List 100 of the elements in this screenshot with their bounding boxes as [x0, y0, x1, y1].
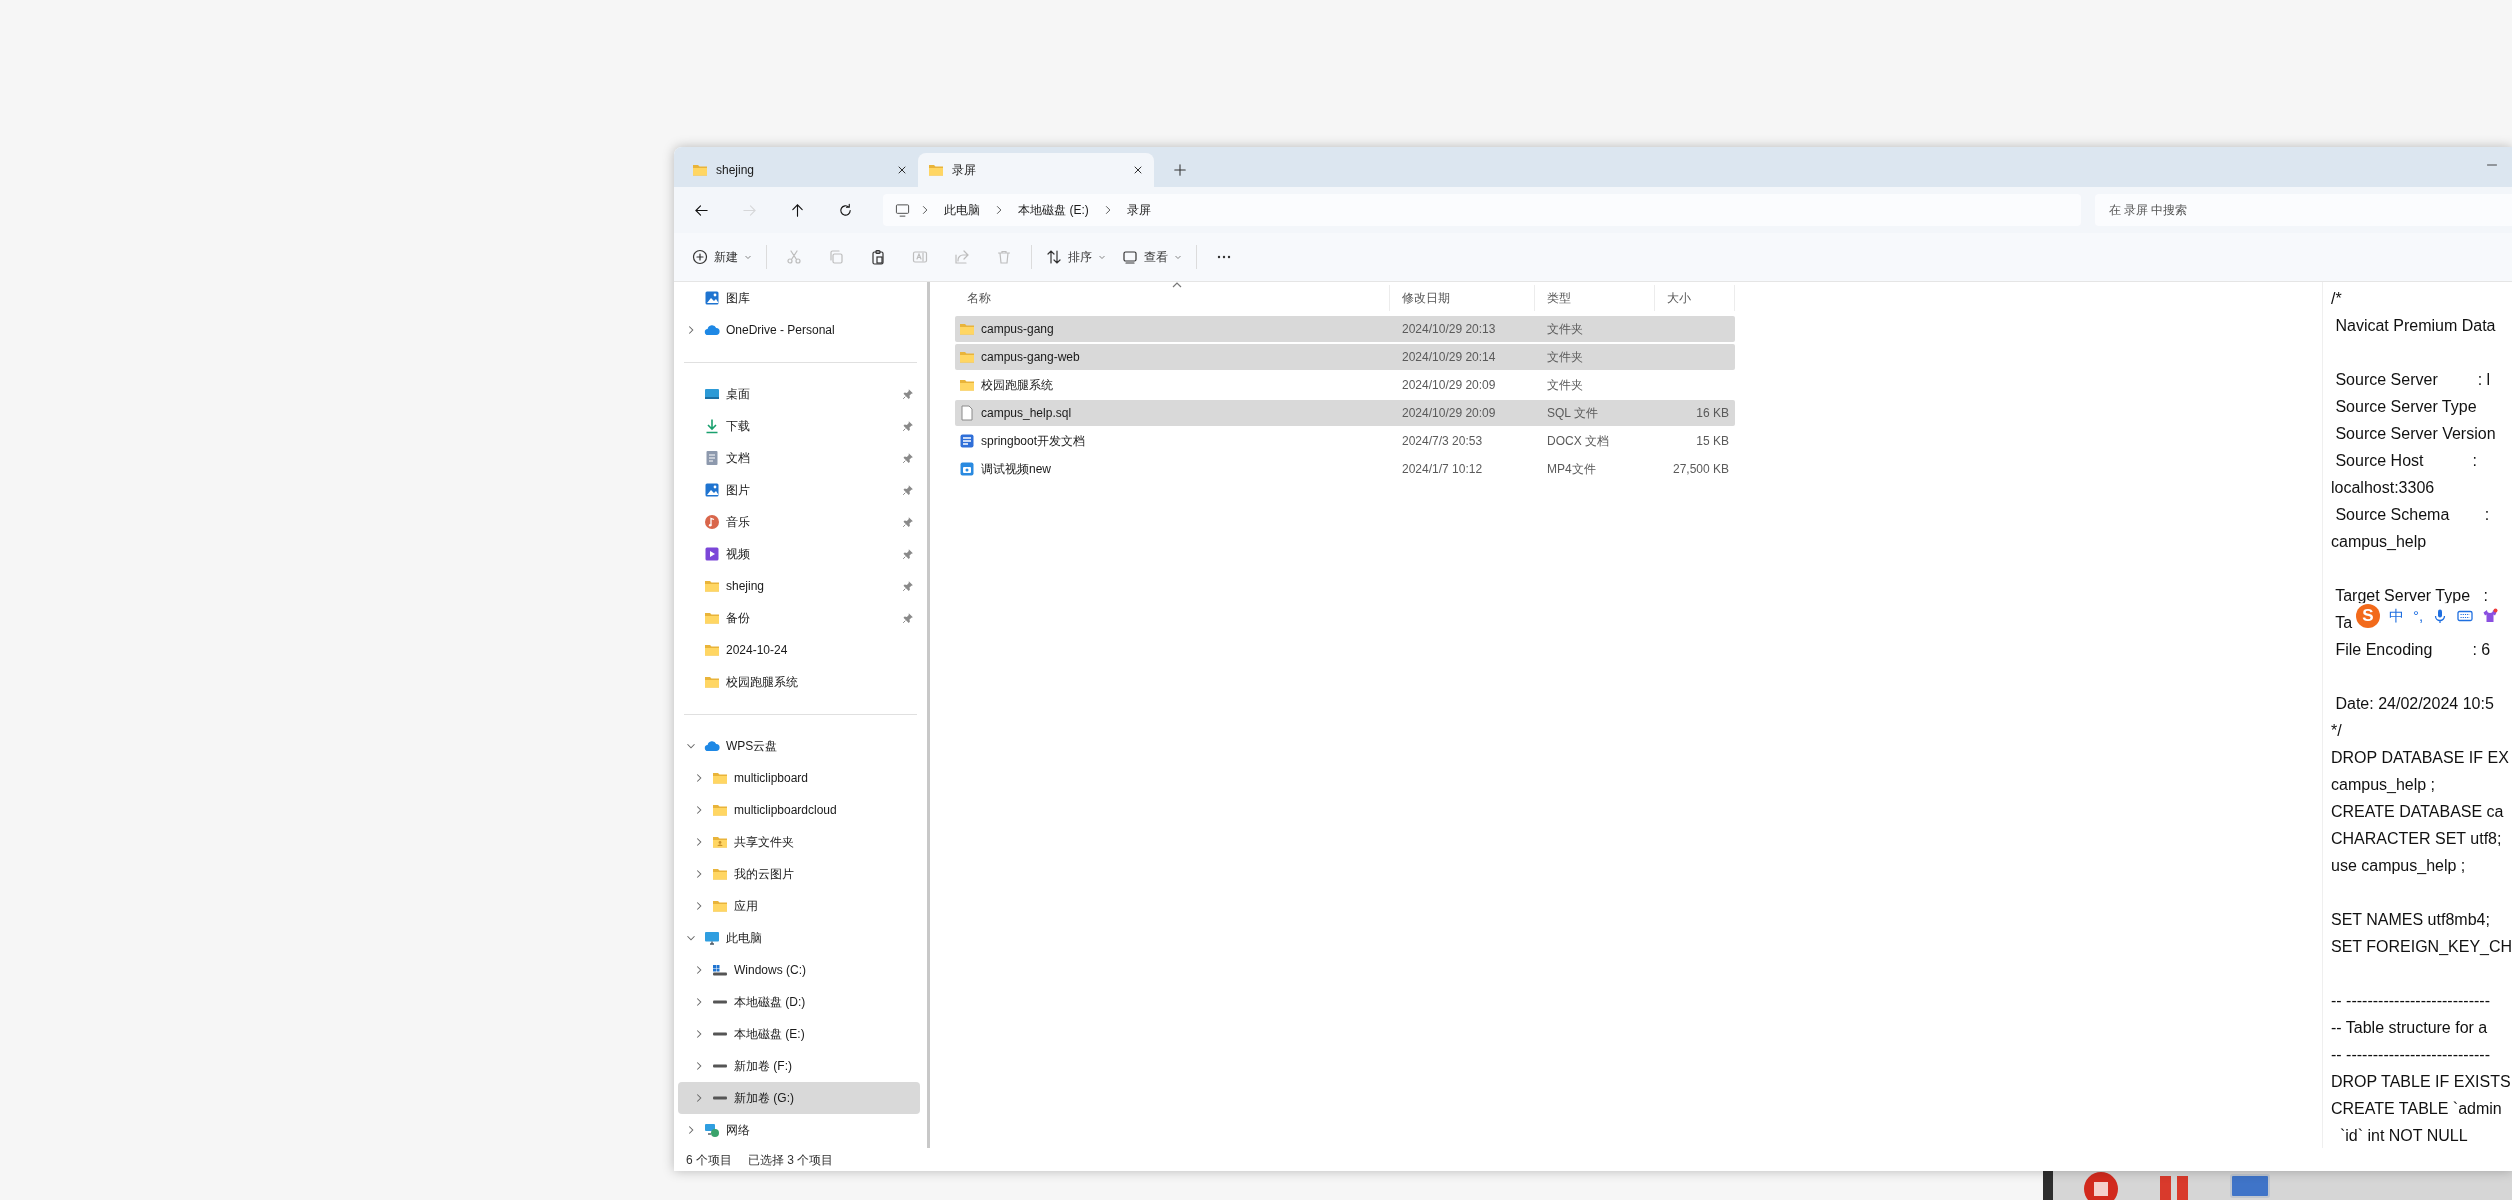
sidebar-item[interactable]: OneDrive - Personal [678, 314, 920, 346]
sort-icon [1046, 249, 1062, 265]
file-row[interactable]: campus-gang-web 2024/10/29 20:14 文件夹 [955, 344, 1735, 370]
date-text: 2024/1/7 10:12 [1402, 462, 1483, 476]
sidebar-item[interactable]: 本地磁盘 (D:) [678, 986, 920, 1018]
pin-icon [902, 548, 914, 560]
scissors-icon [786, 249, 802, 265]
file-name: 调试视频new [981, 461, 1051, 478]
text-line: `id` int NOT NULL [2338, 1126, 2468, 1146]
sort-button[interactable]: 排序 [1038, 240, 1114, 274]
computer-icon [895, 202, 911, 218]
close-icon[interactable] [1132, 164, 1144, 176]
address-bar[interactable]: 此电脑 本地磁盘 (E:) 录屏 [883, 194, 2081, 226]
sidebar-item[interactable]: 共享文件夹 [678, 826, 920, 858]
desktop-icon [704, 386, 720, 402]
column-header[interactable]: 修改日期 [1390, 285, 1535, 311]
sort-caret-icon [1172, 282, 1182, 288]
clipboard-icon [870, 249, 886, 265]
file-row[interactable]: campus-gang 2024/10/29 20:13 文件夹 [955, 316, 1735, 342]
sidebar-item[interactable]: 图片 [678, 474, 920, 506]
sidebar-item[interactable]: 新加卷 (F:) [678, 1050, 920, 1082]
close-icon[interactable] [896, 164, 908, 176]
size-text: 16 KB [1696, 405, 1729, 422]
column-header[interactable]: 大小 [1655, 285, 1735, 311]
folder-icon [959, 349, 975, 365]
shared-folder-icon [712, 834, 728, 850]
breadcrumb-item[interactable]: 本地磁盘 (E:) [1014, 201, 1093, 219]
network-icon [704, 1122, 720, 1138]
text-line: File Encoding : 6 [2334, 640, 2491, 660]
share-icon [954, 249, 970, 265]
file-row[interactable]: campus_help.sql 2024/10/29 20:09 SQL 文件 16 KB [955, 400, 1735, 426]
sidebar-item[interactable]: shejing [678, 570, 920, 602]
breadcrumb-item[interactable]: 此电脑 [940, 201, 985, 219]
folder-icon [704, 578, 720, 594]
ime-mode-button[interactable]: °, [2413, 604, 2424, 628]
view-icon [1122, 249, 1138, 265]
drive-icon [712, 1032, 728, 1036]
sidebar-item[interactable]: 2024-10-24 [678, 634, 920, 666]
folder-icon [704, 610, 720, 626]
sidebar-item[interactable]: 我的云图片 [678, 858, 920, 890]
breadcrumb-item[interactable]: 录屏 [1122, 201, 1155, 219]
ime-mode-button[interactable]: 中 [2389, 604, 2404, 628]
file-name: 校园跑腿系统 [981, 377, 1053, 394]
sidebar-item[interactable]: 备份 [678, 602, 920, 634]
file-row[interactable]: springboot开发文档 2024/7/3 20:53 DOCX 文档 15 KB [955, 428, 1735, 454]
text-line: localhost:3306 [2331, 478, 2435, 498]
drive-icon [712, 1096, 728, 1100]
type-text: 文件夹 [1547, 322, 1583, 336]
sidebar-item[interactable]: multiclipboardcloud [678, 794, 920, 826]
sidebar-item[interactable]: 文档 [678, 442, 920, 474]
date-text: 2024/7/3 20:53 [1402, 434, 1483, 448]
text-line: Source Server Version [2334, 424, 2496, 444]
text-line: -- --------------------------- [2331, 1045, 2490, 1065]
sidebar-item[interactable]: WPS云盘 [678, 730, 920, 762]
sidebar-item[interactable]: 校园跑腿系统 [678, 666, 920, 698]
sidebar-item[interactable]: 应用 [678, 890, 920, 922]
sidebar-item[interactable]: Windows (C:) [678, 954, 920, 986]
text-line: Source Host : [2334, 451, 2477, 471]
new-button[interactable]: 新建 [684, 240, 760, 274]
folder-icon [704, 674, 720, 690]
pin-icon [902, 388, 914, 400]
sidebar-item[interactable]: 下载 [678, 410, 920, 442]
folder-icon [928, 162, 944, 178]
text-line: CHARACTER SET utf8; [2331, 829, 2502, 849]
sidebar-item[interactable]: 音乐 [678, 506, 920, 538]
view-button[interactable]: 查看 [1114, 240, 1190, 274]
tab[interactable]: shejing [682, 153, 918, 187]
sidebar-item[interactable]: 新加卷 (G:) [678, 1082, 920, 1114]
sidebar-item[interactable]: 视频 [678, 538, 920, 570]
keyboard-icon[interactable] [2457, 608, 2474, 624]
download-icon [704, 418, 720, 434]
text-line: campus_help ; [2331, 775, 2436, 795]
text-line: */ [2331, 721, 2342, 741]
file-name: campus_help.sql [981, 405, 1072, 422]
sidebar-item[interactable]: 此电脑 [678, 922, 920, 954]
sidebar-item[interactable]: 图库 [678, 282, 920, 314]
copy-icon [828, 249, 844, 265]
picture-icon [704, 290, 720, 306]
folder-icon [712, 802, 728, 818]
file-name: springboot开发文档 [981, 433, 1086, 450]
date-text: 2024/10/29 20:09 [1402, 378, 1496, 392]
shirt-icon[interactable] [2482, 608, 2499, 624]
item-count: 6 个项目 [686, 1151, 732, 1169]
sidebar-item[interactable]: multiclipboard [678, 762, 920, 794]
sidebar-item[interactable]: 桌面 [678, 378, 920, 410]
column-header[interactable]: 类型 [1535, 285, 1655, 311]
video-icon [704, 546, 720, 562]
sidebar-item[interactable]: 本地磁盘 (E:) [678, 1018, 920, 1050]
column-header[interactable]: 名称 [955, 285, 1390, 311]
folder-icon [712, 770, 728, 786]
folder-icon [712, 866, 728, 882]
sidebar-item[interactable]: 网络 [678, 1114, 920, 1146]
file-row[interactable]: 校园跑腿系统 2024/10/29 20:09 文件夹 [955, 372, 1735, 398]
file-row[interactable]: 调试视频new 2024/1/7 10:12 MP4文件 27,500 KB [955, 456, 1735, 482]
selection-count: 已选择 3 个项目 [748, 1151, 834, 1169]
tab[interactable]: 录屏 [918, 153, 1154, 187]
text-line: Target Server Type : [2334, 586, 2488, 606]
trash-icon [996, 249, 1012, 265]
stop-icon [2083, 1171, 2119, 1200]
search-field[interactable]: 在 录屏 中搜索 [2094, 194, 2512, 226]
